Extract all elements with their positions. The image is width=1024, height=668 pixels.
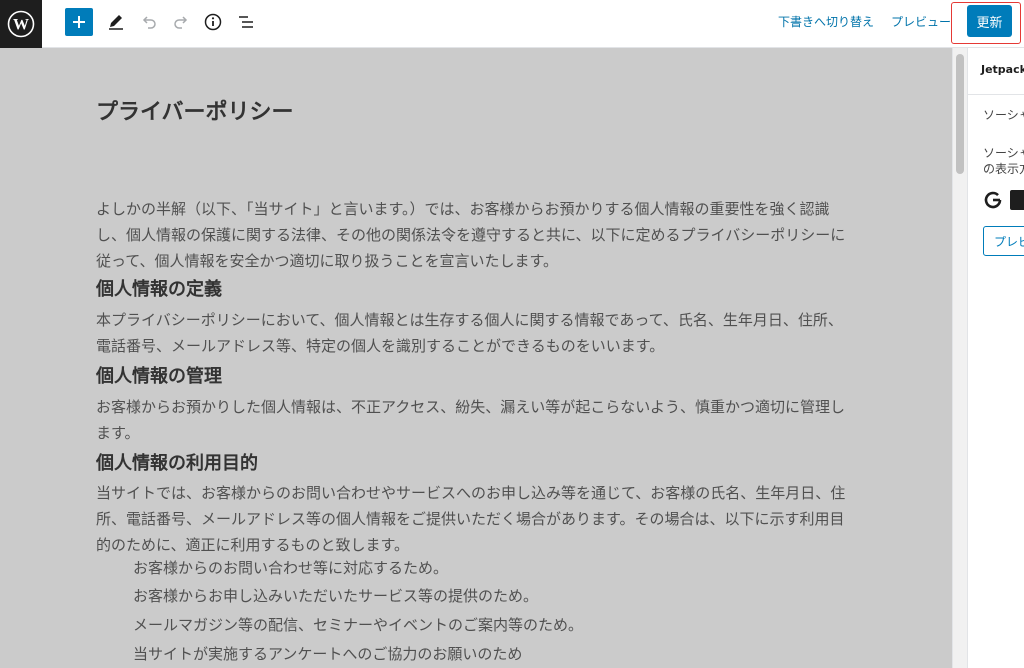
section-heading-definition[interactable]: 個人情報の定義 — [96, 275, 222, 301]
svg-text:W: W — [13, 17, 29, 34]
section-body-purpose[interactable]: 当サイトでは、お客様からのお問い合わせやサービスへのお申し込み等を通じて、お客様… — [96, 480, 856, 558]
intro-paragraph[interactable]: よしかの半解（以下、「当サイト」と言います。）では、お客様からお預かりする個人情… — [96, 196, 856, 274]
switch-to-draft-button[interactable]: 下書きへ切り替え — [778, 13, 874, 30]
pencil-icon — [109, 15, 123, 30]
sidebar-title: Jetpack — [981, 63, 1024, 76]
redo-button[interactable] — [169, 10, 193, 34]
list-item[interactable]: お客様からお申し込みいただいたサービス等の提供のため。 — [133, 583, 538, 609]
tools-button[interactable] — [104, 10, 128, 34]
section-body-management[interactable]: お客様からお預かりした個人情報は、不正アクセス、紛失、漏えい等が起こらないよう、… — [96, 394, 856, 446]
facebook-icon[interactable] — [1010, 190, 1024, 210]
google-icon[interactable] — [983, 190, 1003, 214]
settings-sidebar: Jetpack ソーシャ ソーシャ の表示方 プレビ — [967, 48, 1024, 668]
info-icon — [204, 13, 222, 31]
section-heading-purpose[interactable]: 個人情報の利用目的 — [96, 449, 258, 475]
scrollbar-thumb[interactable] — [956, 54, 964, 174]
sidebar-text: ソーシャ — [983, 108, 1024, 122]
sidebar-header: Jetpack — [968, 48, 1024, 95]
update-button[interactable]: 更新 — [967, 5, 1012, 37]
wordpress-logo-icon[interactable]: W — [0, 0, 42, 48]
preview-button[interactable]: プレビュー — [891, 13, 951, 30]
sidebar-text: の表示方 — [983, 162, 1024, 176]
block-navigation-button[interactable] — [234, 10, 258, 34]
editor-scrollbar[interactable] — [952, 48, 967, 668]
sidebar-text: ソーシャ — [983, 146, 1024, 160]
section-body-definition[interactable]: 本プライバシーポリシーにおいて、個人情報とは生存する個人に関する情報であって、氏… — [96, 307, 856, 359]
plus-icon — [73, 16, 85, 28]
list-view-icon — [239, 16, 253, 28]
section-heading-management[interactable]: 個人情報の管理 — [96, 362, 222, 388]
undo-icon — [142, 16, 156, 29]
list-item[interactable]: メールマガジン等の配信、セミナーやイベントのご案内等のため。 — [133, 612, 583, 638]
list-item[interactable]: 当サイトが実施するアンケートへのご協力のお願いのため — [133, 641, 522, 667]
redo-icon — [174, 16, 188, 29]
details-button[interactable] — [201, 10, 225, 34]
add-block-button[interactable] — [65, 8, 93, 36]
editor-canvas: プライバーポリシー よしかの半解（以下、「当サイト」と言います。）では、お客様か… — [0, 48, 952, 668]
post-title[interactable]: プライバーポリシー — [96, 94, 294, 126]
undo-button[interactable] — [137, 10, 161, 34]
sidebar-preview-button[interactable]: プレビ — [983, 226, 1024, 256]
list-item[interactable]: お客様からのお問い合わせ等に対応するため。 — [133, 555, 448, 581]
editor-toolbar: W 下書きへ切り替え プレビュー 更新 — [0, 0, 1024, 48]
